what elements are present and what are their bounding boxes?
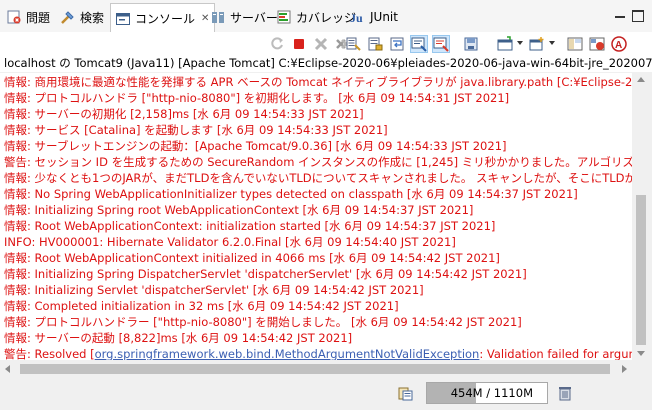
scroll-lock-icon (368, 37, 383, 51)
console-line: 警告: セッション ID を生成するための SecureRandom インスタン… (4, 155, 632, 169)
scroll-left-icon[interactable] (5, 365, 10, 373)
scroll-right-icon[interactable] (622, 365, 627, 373)
java-ee-perspective-icon (589, 37, 605, 51)
console-line: 情報: Completed initialization in 32 ms [水… (4, 299, 399, 313)
restart-button[interactable] (268, 35, 286, 53)
console-line: 情報: Root WebApplicationContext initializ… (4, 251, 500, 265)
console-line: 情報: サーバーの起動 [8,822]ms [水 6月 09 14:54:42 … (4, 331, 353, 345)
terminate-button[interactable] (290, 35, 308, 53)
console-line: 情報: No Spring WebApplicationInitializer … (4, 187, 578, 201)
clear-console-button[interactable] (344, 35, 362, 53)
display-console-icon (497, 36, 513, 51)
scroll-down-icon[interactable] (637, 351, 645, 356)
console-line: 情報: Initializing Spring DispatcherServle… (4, 267, 527, 281)
console-line: 情報: サーバーの初期化 [2,158]ms [水 6月 09 14:54:33… (4, 107, 364, 121)
console-line: 情報: 少なくとも1つのJARが、まだTLDを含んでいないTLDについてスキャン… (4, 171, 632, 185)
terminate-icon (294, 39, 304, 49)
exception-link[interactable]: org.springframework.web.bind.MethodArgum… (95, 347, 480, 360)
console-toolbar: A (0, 32, 652, 54)
pin-console-button[interactable] (462, 35, 480, 53)
heap-status[interactable]: 454M / 1110M (426, 382, 548, 404)
heap-used: 454M (450, 386, 483, 400)
console-line-prefix: 警告: Resolved [ (4, 347, 95, 360)
tab-console[interactable]: コンソール ✕ (110, 3, 216, 33)
horizontal-scrollbar[interactable] (0, 360, 632, 378)
scroll-thumb[interactable] (20, 364, 610, 374)
clear-console-icon (346, 37, 361, 51)
console-line: INFO: HV000001: Hibernate Validator 6.2.… (4, 235, 456, 249)
status-bar: 454M / 1110M (0, 378, 652, 410)
restart-icon (271, 37, 283, 50)
console-line: 情報: Initializing Spring root WebApplicat… (4, 203, 474, 217)
console-line: 情報: プロトコルハンドラー ["http-nio-8080"] を開始しました… (4, 315, 522, 329)
svg-text:A: A (615, 40, 622, 51)
tab-label: コンソール (135, 12, 196, 26)
new-console-button[interactable] (528, 35, 546, 53)
console-process-title: localhost の Tomcat9 (Java11) [Apache Tom… (0, 54, 652, 72)
heap-separator: / (482, 386, 494, 400)
tab-junit[interactable]: Ju JUnit (346, 4, 403, 30)
console-output[interactable]: 情報: 商用環境に最適な性能を発揮する APR ベースの Tomcat ネイティ… (0, 73, 632, 360)
display-selected-console-button[interactable] (496, 35, 514, 53)
servers-icon (210, 9, 226, 25)
coverage-icon (276, 9, 292, 25)
tab-label: 問題 (26, 10, 51, 25)
problems-icon (6, 9, 22, 25)
open-perspective-button[interactable] (566, 35, 584, 53)
console-line: 情報: プロトコルハンドラ ["http-nio-8080"] を初期化します。… (4, 91, 510, 105)
scroll-lock-button[interactable] (366, 35, 384, 53)
heap-total: 1110M (493, 386, 533, 400)
new-console-icon (529, 37, 544, 51)
minimize-icon[interactable] (614, 10, 626, 22)
console-line: 情報: 商用環境に最適な性能を発揮する APR ベースの Tomcat ネイティ… (4, 75, 632, 89)
console-line-exception: 警告: Resolved [org.springframework.web.bi… (4, 346, 632, 360)
task-list-button[interactable] (396, 384, 414, 402)
tab-search[interactable]: 検索 (56, 4, 109, 30)
view-controls (614, 10, 644, 22)
debug-perspective-icon: A (611, 36, 627, 52)
view-tab-bar: 問題 検索 コンソール ✕ サーバー カバレッジ Ju JUnit (0, 0, 652, 33)
vertical-scrollbar[interactable] (632, 73, 650, 360)
console-line-suffix: : Validation failed for argument [0] (479, 347, 632, 360)
svg-text:Ju: Ju (350, 11, 363, 25)
trash-icon (559, 387, 571, 401)
run-garbage-collector-button[interactable] (556, 384, 574, 402)
remove-launch-icon (314, 37, 328, 51)
maximize-icon[interactable] (632, 10, 644, 22)
tab-problems[interactable]: 問題 (2, 4, 55, 30)
scroll-up-icon[interactable] (637, 77, 645, 82)
pin-icon (464, 37, 478, 51)
chevron-down-icon[interactable] (549, 41, 555, 45)
java-ee-perspective-button[interactable] (588, 35, 606, 53)
show-on-stderr-button[interactable] (432, 35, 450, 53)
show-console-stdout-icon (411, 37, 427, 52)
debug-perspective-button[interactable]: A (610, 35, 628, 53)
heap-text: 454M / 1110M (451, 383, 533, 403)
tab-label: JUnit (370, 10, 398, 24)
tab-label: サーバー (230, 10, 278, 25)
console-line: 情報: Initializing Servlet 'dispatcherServ… (4, 283, 424, 297)
perspective-icon (567, 37, 583, 51)
word-wrap-icon (390, 37, 404, 51)
chevron-down-icon[interactable] (517, 41, 523, 45)
junit-icon: Ju (350, 9, 366, 25)
scroll-thumb[interactable] (636, 195, 646, 345)
remove-launch-button[interactable] (312, 35, 330, 53)
console-line: 情報: サービス [Catalina] を起動します [水 6月 09 14:5… (4, 123, 388, 137)
console-line: 情報: Root WebApplicationContext: initiali… (4, 219, 496, 233)
clipboard-icon (398, 387, 413, 401)
console-icon (115, 11, 131, 27)
console-line: 情報: サーブレットエンジンの起動：[Apache Tomcat/9.0.36]… (4, 139, 507, 153)
word-wrap-button[interactable] (388, 35, 406, 53)
search-icon (60, 9, 76, 25)
show-console-stderr-icon (433, 37, 449, 52)
show-on-stdout-button[interactable] (410, 35, 428, 53)
tab-label: 検索 (80, 10, 105, 25)
